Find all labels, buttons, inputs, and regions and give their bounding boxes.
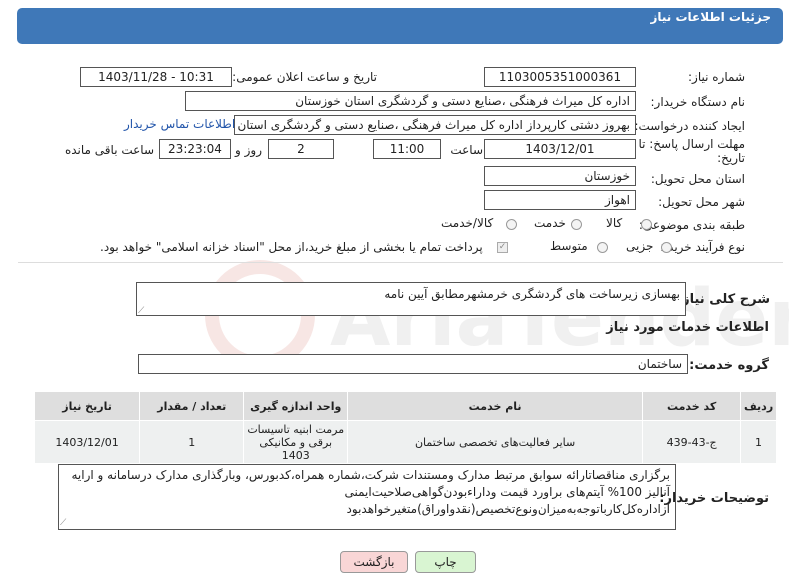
payment-note: پرداخت تمام یا بخشی از مبلغ خرید،از محل …: [100, 240, 483, 254]
cell-unit: مرمت ابنیه تاسیسات برقی و مکانیکی 1403: [243, 420, 349, 464]
service-group-label: گروه خدمت:: [689, 358, 769, 373]
remaining-time-field: 23:23:04: [159, 139, 231, 159]
category-option-service: خدمت: [534, 216, 566, 230]
col-code: کد خدمت: [642, 391, 742, 421]
process-label: نوع فرآیند خرید :: [660, 240, 745, 254]
cell-date: 1403/12/01: [33, 420, 141, 464]
back-button[interactable]: بازگشت: [340, 551, 408, 573]
page-title: جزئیات اطلاعات نیاز: [650, 10, 771, 24]
resize-handle-icon[interactable]: ⟋: [60, 518, 66, 528]
creator-field: بهروز دشتی کارپرداز اداره کل میراث فرهنگ…: [234, 115, 636, 135]
col-qty: تعداد / مقدار: [139, 391, 245, 421]
need-number-label: شماره نیاز:: [688, 70, 745, 84]
category-option-goods: کالا: [606, 216, 623, 230]
col-unit: واحد اندازه گیری: [243, 391, 349, 421]
print-button[interactable]: چاپ: [415, 551, 476, 573]
category-radio-service[interactable]: [571, 219, 582, 230]
summary-field: بهسازی زیرساخت های گردشگری خرمشهرمطابق آ…: [136, 282, 686, 316]
announce-label: تاریخ و ساعت اعلان عمومی:: [232, 70, 377, 84]
creator-label: ایجاد کننده درخواست:: [634, 119, 745, 133]
col-date: تاریخ نیاز: [33, 391, 141, 421]
process-option-minor: جزیی: [626, 239, 654, 253]
city-field: اهواز: [484, 190, 636, 210]
services-section-title: اطلاعات خدمات مورد نیاز: [606, 320, 769, 335]
deadline-label: مهلت ارسال پاسخ: تا: [638, 137, 745, 151]
category-radio-goods-service[interactable]: [506, 219, 517, 230]
resize-handle-icon[interactable]: ⟋: [138, 306, 144, 316]
process-radio-medium[interactable]: [597, 242, 608, 253]
buyer-org-field: اداره کل میراث فرهنگی ،صنایع دستی و گردش…: [185, 91, 636, 111]
cell-qty: 1: [139, 420, 245, 464]
category-radio-goods[interactable]: [641, 219, 652, 230]
deadline-label-date: تاریخ:: [717, 151, 745, 165]
cell-name: سایر فعالیت‌های تخصصی ساختمان: [347, 420, 644, 464]
category-option-goods-service: کالا/خدمت: [441, 216, 494, 230]
summary-label: شرح کلی نیاز:: [676, 292, 770, 307]
table-row: 1 ج-43-439 سایر فعالیت‌های تخصصی ساختمان…: [33, 420, 777, 464]
announce-field: 1403/11/28 - 10:31: [80, 67, 232, 87]
hour-label: ساعت: [450, 143, 483, 157]
remaining-label: ساعت باقی مانده: [64, 143, 154, 157]
payment-checkbox[interactable]: ✓: [497, 242, 508, 253]
process-option-medium: متوسط: [550, 239, 588, 253]
process-radio-minor[interactable]: [661, 242, 672, 253]
col-row: ردیف: [740, 391, 777, 421]
buyer-notes-field: برگزاری مناقصاتارائه سوابق مرتبط مدارک و…: [58, 464, 676, 530]
services-table: ردیف کد خدمت نام خدمت واحد اندازه گیری ت…: [33, 391, 777, 464]
province-field: خوزستان: [484, 166, 636, 186]
divider: [18, 262, 783, 263]
days-label: روز و: [235, 143, 262, 157]
col-name: نام خدمت: [347, 391, 644, 421]
cell-row: 1: [740, 420, 777, 464]
days-field: 2: [268, 139, 334, 159]
deadline-date-field: 1403/12/01: [484, 139, 636, 159]
table-header-row: ردیف کد خدمت نام خدمت واحد اندازه گیری ت…: [33, 391, 777, 421]
buyer-org-label: نام دستگاه خریدار:: [650, 95, 746, 109]
cell-code: ج-43-439: [642, 420, 742, 464]
province-label: استان محل تحویل:: [650, 172, 745, 186]
service-group-field: ساختمان: [138, 354, 688, 374]
city-label: شهر محل تحویل:: [658, 195, 745, 209]
need-number-field: 1103005351000361: [484, 67, 636, 87]
category-label: طبقه بندی موضوعی:: [638, 218, 745, 232]
contact-info-link[interactable]: اطلاعات تماس خریدار: [124, 117, 235, 131]
deadline-time-field: 11:00: [373, 139, 441, 159]
